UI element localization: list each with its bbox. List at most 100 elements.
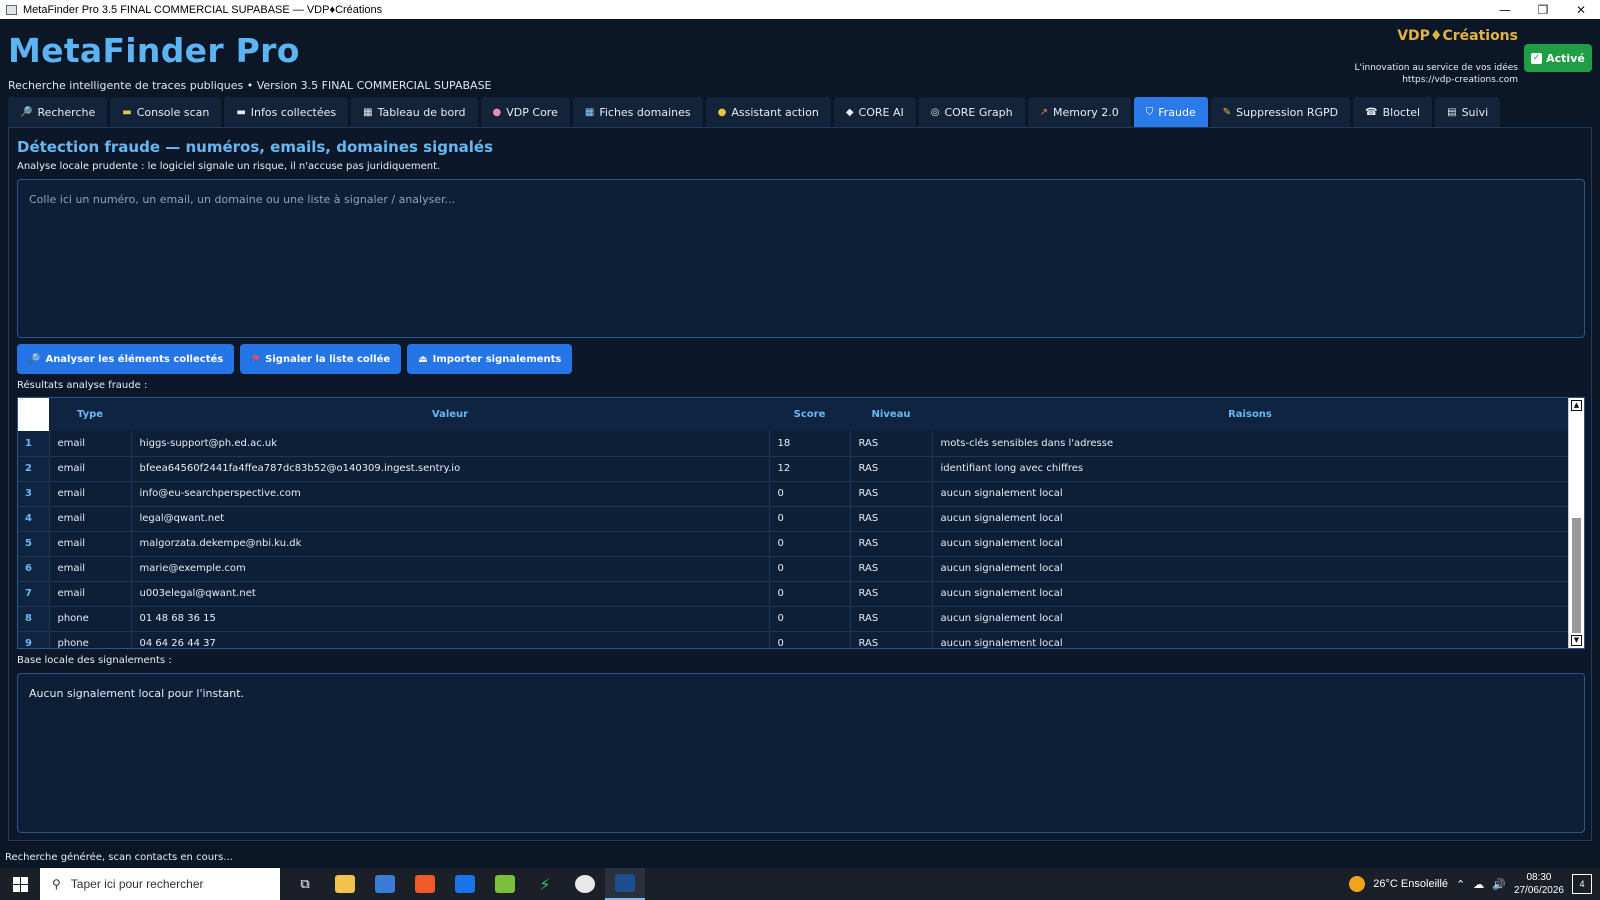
store-icon[interactable]: [365, 868, 405, 900]
column-header-reasons[interactable]: Raisons: [932, 398, 1568, 431]
cell-type: email: [49, 581, 132, 607]
taskbar-search[interactable]: ⚲ Taper ici pour rechercher: [40, 868, 280, 900]
clock[interactable]: 08:30 27/06/2026: [1514, 871, 1564, 897]
column-header-score[interactable]: Score: [769, 398, 850, 431]
scroll-thumb[interactable]: [1572, 518, 1581, 633]
tab-console-scan[interactable]: ▬ Console scan: [110, 97, 222, 127]
column-header-type[interactable]: Type: [49, 398, 131, 431]
restore-icon[interactable]: ❐: [1524, 0, 1562, 19]
tab-label: VDP Core: [506, 105, 558, 119]
table-row[interactable]: 3 email info@eu-searchperspective.com 0 RAS a…: [18, 481, 1569, 507]
tab-bar: 🔎 Recherche ▬ Console scan ▬ Infos collecté…: [8, 97, 1501, 127]
file-explorer-icon[interactable]: [325, 868, 365, 900]
cell-value: 04 64 26 44 37: [131, 631, 770, 648]
tab-core-ai[interactable]: ◆ CORE AI: [833, 97, 916, 127]
metafinder-taskbar-icon[interactable]: [605, 868, 645, 900]
search-icon: 🔎: [28, 353, 41, 365]
results-table: Type Valeur Score Niveau Raisons 1 email h…: [17, 397, 1585, 649]
tab-fraude[interactable]: ⛉ Fraude: [1133, 97, 1208, 127]
fraud-input[interactable]: Colle ici un numéro, un email, un domain…: [17, 179, 1585, 338]
task-view-icon[interactable]: ⧉: [285, 868, 325, 900]
tab-infos-collectees[interactable]: ▬ Infos collectées: [224, 97, 349, 127]
close-icon[interactable]: ✕: [1562, 0, 1600, 19]
app-icon[interactable]: [485, 868, 525, 900]
scroll-up-icon[interactable]: ▲: [1571, 400, 1582, 411]
table-corner[interactable]: [18, 398, 49, 431]
vdp-url[interactable]: https://vdp-creations.com: [1402, 75, 1518, 85]
tab-label: Assistant action: [731, 105, 819, 119]
cell-value: bfeea64560f2441fa4ffea787dc83b52@o140309…: [131, 456, 770, 482]
cell-reason: aucun signalement local: [932, 606, 1569, 632]
column-header-value[interactable]: Valeur: [131, 398, 769, 431]
cell-level: RAS: [850, 606, 933, 632]
scroll-down-icon[interactable]: ▼: [1571, 635, 1582, 646]
volume-icon[interactable]: 🔊: [1492, 878, 1506, 891]
notifications-icon[interactable]: 4: [1572, 874, 1592, 894]
table-row[interactable]: 8 phone 01 48 68 36 15 0 RAS aucun signalemen…: [18, 606, 1569, 632]
cell-reason: aucun signalement local: [932, 631, 1569, 648]
table-row[interactable]: 1 email higgs-support@ph.ed.ac.uk 18 RAS mots…: [18, 431, 1569, 457]
cell-value: 01 48 68 36 15: [131, 606, 770, 632]
bolt-icon[interactable]: ⚡: [525, 868, 565, 900]
column-header-level[interactable]: Niveau: [850, 398, 932, 431]
start-button[interactable]: [0, 868, 40, 900]
tab-fiches-domaines[interactable]: ▦ Fiches domaines: [572, 97, 703, 127]
taskbar-apps: ⧉ ⚡: [285, 868, 645, 900]
cell-value: higgs-support@ph.ed.ac.uk: [131, 431, 770, 457]
table-row[interactable]: 2 email bfeea64560f2441fa4ffea787dc83b52@o…: [18, 456, 1569, 482]
tab-core-graph[interactable]: ◎ CORE Graph: [918, 97, 1025, 127]
brave-browser-icon[interactable]: [405, 868, 445, 900]
cell-type: email: [49, 431, 132, 457]
chevron-up-icon[interactable]: ⌃: [1456, 878, 1465, 891]
tab-suivi[interactable]: ▤ Suivi: [1435, 97, 1501, 127]
analyze-collected-button[interactable]: 🔎 Analyser les éléments collectés: [17, 344, 235, 374]
cell-type: email: [49, 556, 132, 582]
table-scrollbar[interactable]: ▲ ▼: [1568, 398, 1584, 648]
outlook-icon[interactable]: [445, 868, 485, 900]
tab-recherche[interactable]: 🔎 Recherche: [8, 97, 108, 127]
table-header: Type Valeur Score Niveau Raisons: [18, 398, 1568, 431]
cell-score: 18: [769, 431, 851, 457]
report-list-button[interactable]: ⚑ Signaler la liste collée: [240, 344, 402, 374]
cell-value: info@eu-searchperspective.com: [131, 481, 770, 507]
table-row[interactable]: 5 email malgorzata.dekempe@nbi.ku.dk 0 RAS au…: [18, 531, 1569, 557]
table-row[interactable]: 9 phone 04 64 26 44 37 0 RAS aucun signalemen…: [18, 631, 1569, 648]
tab-assistant-action[interactable]: ● Assistant action: [705, 97, 831, 127]
tab-label: CORE AI: [858, 105, 904, 119]
target-icon: ●: [717, 106, 727, 118]
minimize-icon[interactable]: —: [1486, 0, 1524, 19]
tab-label: Suivi: [1461, 105, 1489, 119]
tab-label: CORE Graph: [944, 105, 1013, 119]
table-row[interactable]: 7 email u003elegal@qwant.net 0 RAS aucun sign…: [18, 581, 1569, 607]
cell-score: 0: [769, 581, 851, 607]
base-reports-area[interactable]: Aucun signalement local pour l'instant.: [17, 673, 1585, 833]
tab-memory[interactable]: ↗ Memory 2.0: [1027, 97, 1131, 127]
cell-level: RAS: [850, 456, 933, 482]
system-tray: 26°C Ensoleillé ⌃ ☁ 🔊 08:30 27/06/2026 4: [1349, 868, 1600, 900]
weather-text[interactable]: 26°C Ensoleillé: [1373, 878, 1448, 890]
table-row[interactable]: 4 email legal@qwant.net 0 RAS aucun signaleme…: [18, 506, 1569, 532]
cell-type: phone: [49, 606, 132, 632]
license-active-button[interactable]: ✓ Activé: [1524, 44, 1592, 72]
taskbar: ⚲ Taper ici pour rechercher ⧉ ⚡ 26°C Ens…: [0, 868, 1600, 900]
cell-type: email: [49, 481, 132, 507]
tab-suppression-rgpd[interactable]: ✎ Suppression RGPD: [1210, 97, 1351, 127]
tab-label: Fraude: [1158, 105, 1196, 119]
shield-icon: ⛉: [1145, 106, 1154, 118]
cell-level: RAS: [850, 556, 933, 582]
phone-icon: ☎: [1365, 106, 1378, 118]
tab-label: Bloctel: [1382, 105, 1421, 119]
button-label: Importer signalements: [432, 353, 562, 365]
base-label: Base locale des signalements :: [17, 655, 172, 666]
network-icon[interactable]: ☁: [1473, 878, 1484, 891]
cell-level: RAS: [850, 631, 933, 648]
cell-level: RAS: [850, 506, 933, 532]
cell-level: RAS: [850, 531, 933, 557]
tab-tableau-de-bord[interactable]: ▦ Tableau de bord: [351, 97, 478, 127]
tab-bloctel[interactable]: ☎ Bloctel: [1353, 97, 1433, 127]
row-index: 8: [18, 606, 50, 632]
import-reports-button[interactable]: ⏏ Importer signalements: [407, 344, 573, 374]
table-row[interactable]: 6 email marie@exemple.com 0 RAS aucun signale…: [18, 556, 1569, 582]
chatgpt-icon[interactable]: [565, 868, 605, 900]
tab-vdp-core[interactable]: ● VDP Core: [480, 97, 570, 127]
